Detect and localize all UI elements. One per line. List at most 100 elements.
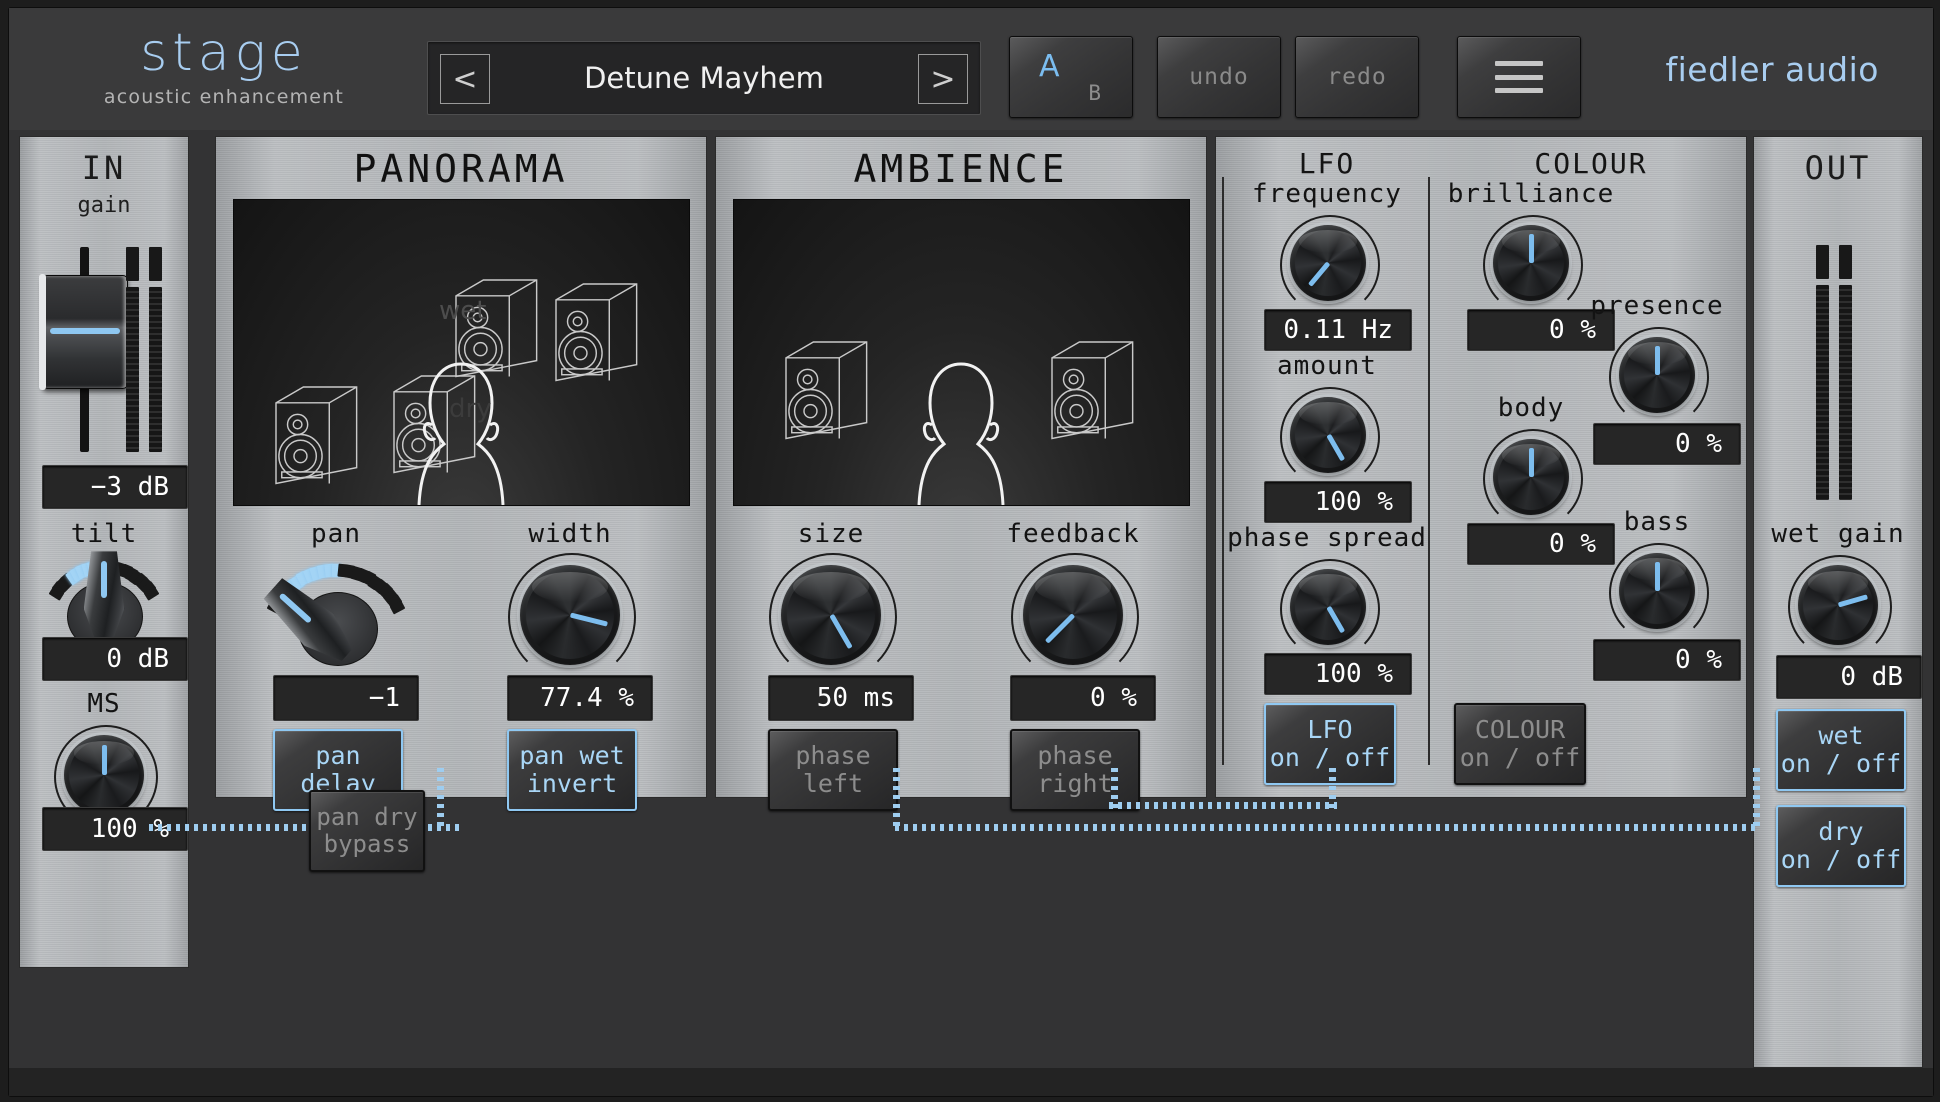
lfo-amount-value[interactable]: 100 %: [1264, 481, 1412, 523]
panel-divider-left: [1222, 177, 1224, 765]
pan-dry-bypass-toggle[interactable]: pan dry bypass: [309, 790, 425, 872]
plugin-window: stage acoustic enhancement < Detune Mayh…: [0, 0, 1940, 1102]
brilliance-knob[interactable]: [1493, 225, 1569, 301]
preset-name-display[interactable]: Detune Mayhem: [498, 42, 910, 114]
routing-line-right: [1409, 824, 1759, 831]
pan-value[interactable]: −1: [273, 675, 419, 721]
pan-label: pan: [311, 519, 361, 549]
pan-knob[interactable]: [288, 555, 386, 671]
routing-drop-panorama: [437, 768, 444, 830]
body-group: body: [1438, 393, 1624, 429]
knob-gloss: [532, 572, 608, 602]
ab-slot-b-label: B: [1088, 81, 1101, 105]
ambience-panel: AMBIENCE size 50 ms phase left feedback …: [715, 136, 1207, 811]
input-tilt-value[interactable]: 0 dB: [42, 637, 188, 681]
header-bar: stage acoustic enhancement < Detune Mayh…: [9, 8, 1933, 130]
wet-gain-knob[interactable]: [1798, 565, 1878, 645]
lfo-title: LFO: [1298, 147, 1356, 180]
wet-on-off-toggle[interactable]: wet on / off: [1776, 709, 1906, 791]
width-knob[interactable]: [520, 565, 620, 665]
panorama-title: PANORAMA: [353, 147, 569, 191]
knob-gloss: [1299, 574, 1357, 598]
brilliance-label: brilliance: [1447, 179, 1615, 209]
preset-prev-button[interactable]: <: [440, 54, 490, 104]
knob-gloss: [1035, 572, 1111, 602]
input-strip: IN gain −3 dB tilt 0 dB MS 100 %: [19, 136, 189, 968]
input-gain-fader-handle[interactable]: [39, 274, 128, 390]
lfo-amount-knob[interactable]: [1290, 397, 1366, 473]
presence-value[interactable]: 0 %: [1593, 423, 1741, 465]
ab-inner: A B: [1039, 49, 1103, 105]
vu-peak-cap-right: [1839, 245, 1852, 279]
ab-compare-button[interactable]: A B: [1009, 36, 1133, 118]
input-gain-label: gain: [77, 193, 131, 218]
feedback-knob[interactable]: [1023, 565, 1123, 665]
input-ms-group: MS: [20, 689, 188, 729]
phase-right-toggle[interactable]: phase right: [1010, 729, 1140, 811]
knob-gloss: [793, 572, 869, 602]
bass-group: bass: [1564, 507, 1750, 543]
body-knob[interactable]: [1493, 439, 1569, 515]
size-knob[interactable]: [781, 565, 881, 665]
undo-button[interactable]: undo: [1157, 36, 1281, 118]
wet-gain-group: wet gain: [1754, 519, 1922, 559]
undo-label: undo: [1189, 64, 1249, 90]
vu-bar-right: [149, 287, 162, 452]
lfo-frequency-label: frequency: [1252, 179, 1402, 209]
lfo-frequency-value[interactable]: 0.11 Hz: [1264, 309, 1412, 351]
preset-browser[interactable]: < Detune Mayhem >: [427, 41, 981, 115]
logo-title: stage: [140, 23, 308, 83]
hamburger-menu-icon: [1495, 61, 1543, 93]
bass-knob[interactable]: [1619, 553, 1695, 629]
lfo-phase-spread-knob[interactable]: [1290, 569, 1366, 645]
knob-pointer: [1528, 448, 1534, 477]
panorama-wet-label: wet: [439, 296, 487, 326]
menu-button[interactable]: [1457, 36, 1581, 118]
input-ms-knob[interactable]: [64, 735, 144, 815]
vu-bar-left: [126, 287, 139, 452]
redo-label: redo: [1327, 64, 1387, 90]
phase-left-toggle[interactable]: phase left: [768, 729, 898, 811]
lfo-colour-panel: LFO frequency 0.11 Hz amount 100 % phase…: [1215, 136, 1747, 798]
ambience-scene-display[interactable]: [733, 199, 1190, 506]
panorama-scene-display[interactable]: wet dry: [233, 199, 690, 506]
tilt-knob-pointer: [101, 560, 107, 598]
bass-label: bass: [1623, 507, 1691, 537]
preset-next-button[interactable]: >: [918, 54, 968, 104]
knob-gloss: [1299, 230, 1357, 254]
knob-gloss: [1807, 570, 1869, 595]
size-label: size: [797, 519, 865, 549]
ambience-scene-graphic: [785, 341, 1134, 505]
knob-pointer: [1528, 234, 1534, 263]
width-group: width: [480, 519, 660, 557]
routing-line-lfo-bridge: [1109, 802, 1337, 809]
input-gain-value[interactable]: −3 dB: [42, 465, 188, 509]
vu-peak-cap-left: [126, 247, 139, 281]
ambience-title: AMBIENCE: [853, 147, 1069, 191]
wet-gain-label: wet gain: [1771, 519, 1905, 549]
fader-indicator-line: [49, 327, 121, 334]
wet-gain-value[interactable]: 0 dB: [1776, 655, 1922, 699]
size-group: size: [736, 519, 926, 557]
feedback-value[interactable]: 0 %: [1010, 675, 1156, 721]
pan-knob-pointer: [279, 592, 313, 623]
bass-value[interactable]: 0 %: [1593, 639, 1741, 681]
vu-peak-cap-right: [149, 247, 162, 281]
redo-button[interactable]: redo: [1295, 36, 1419, 118]
lfo-phase-spread-label: phase spread: [1227, 523, 1427, 553]
lfo-phase-spread-group: phase spread: [1222, 523, 1432, 559]
lfo-frequency-knob[interactable]: [1290, 225, 1366, 301]
presence-knob[interactable]: [1619, 337, 1695, 413]
output-strip-title: OUT: [1804, 149, 1872, 187]
pan-wet-invert-toggle[interactable]: pan wet invert: [507, 729, 637, 811]
dry-on-off-toggle[interactable]: dry on / off: [1776, 805, 1906, 887]
colour-on-off-toggle[interactable]: COLOUR on / off: [1454, 703, 1586, 785]
vu-bar-left: [1816, 285, 1829, 500]
lfo-phase-spread-value[interactable]: 100 %: [1264, 653, 1412, 695]
input-ms-label: MS: [87, 689, 121, 719]
width-value[interactable]: 77.4 %: [507, 675, 653, 721]
ab-slot-a-label: A: [1039, 49, 1060, 84]
size-value[interactable]: 50 ms: [768, 675, 914, 721]
knob-pointer: [1654, 346, 1660, 375]
output-strip: OUT wet gain 0 dB wet on / off dry on / …: [1753, 136, 1923, 1068]
